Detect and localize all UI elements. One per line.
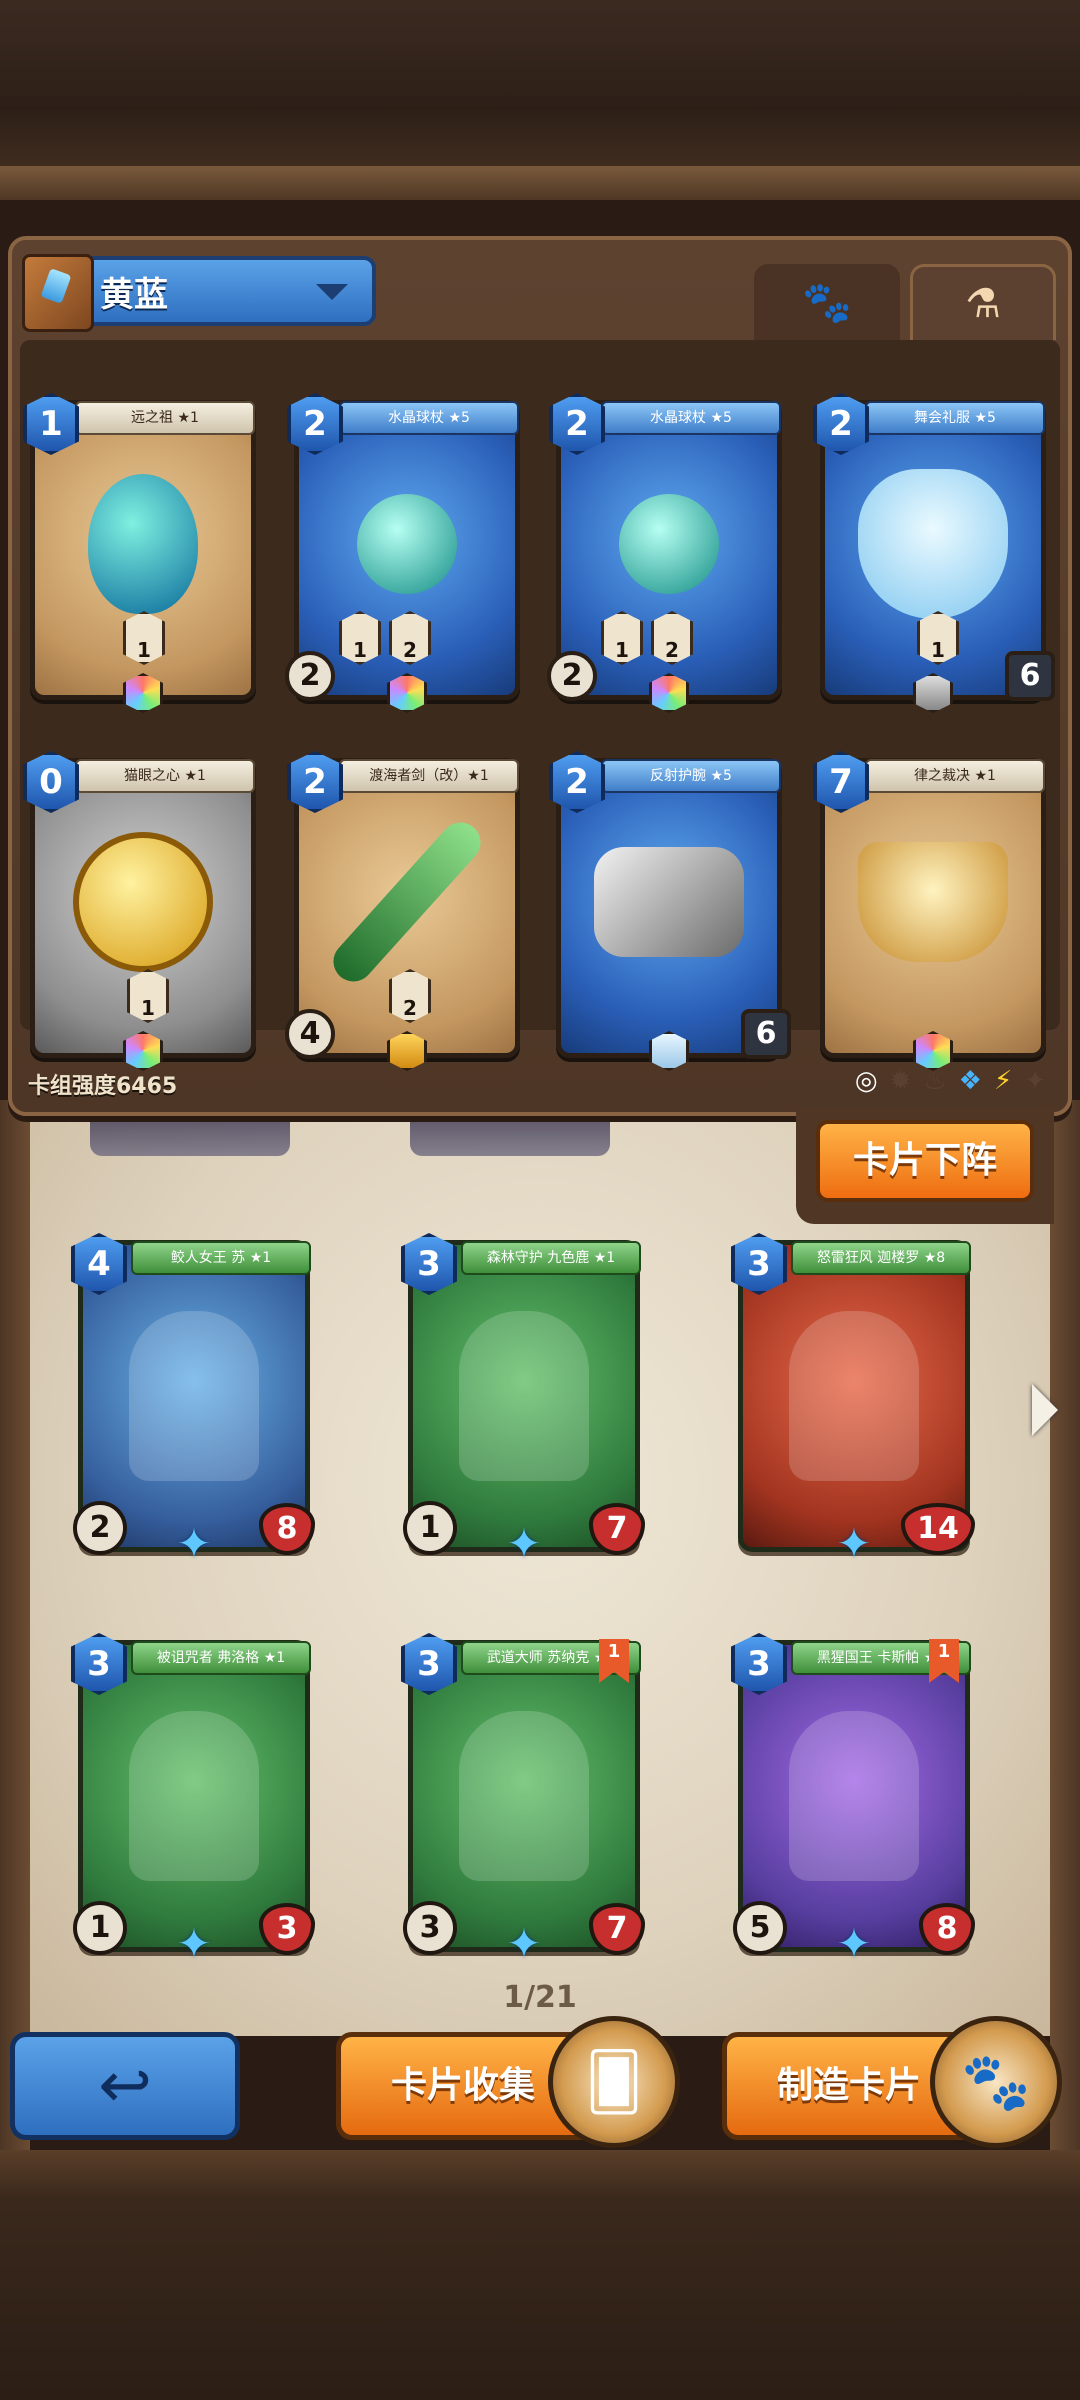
rarity-star-icon: ✦ <box>836 1919 872 1968</box>
card-art <box>325 814 489 990</box>
filter-neutral-icon[interactable]: ✹ <box>890 1066 912 1096</box>
next-page-arrow-icon[interactable] <box>1032 1384 1058 1436</box>
filter-lightning-icon[interactable]: ⚡ <box>994 1066 1012 1096</box>
card-name: 反射护腕 ★5 <box>601 759 781 793</box>
card-stat-badge: 2 <box>651 611 693 665</box>
deck-strength: 卡组强度6465 <box>28 1074 178 1099</box>
filter-fire-icon[interactable]: ♨ <box>923 1066 946 1096</box>
bottom-wood-frame <box>0 2150 1080 2400</box>
paw-jar-icon[interactable]: 🐾 <box>930 2016 1062 2148</box>
copy-count-flag: 1 <box>929 1639 959 1683</box>
card-attack: 4 <box>285 1009 335 1059</box>
card-art <box>858 469 1008 620</box>
deck-card[interactable]: 远之祖 ★1 1 1 <box>23 393 256 713</box>
card-book-icon[interactable]: 🂠 <box>548 2016 680 2148</box>
card-art <box>88 474 198 615</box>
back-button[interactable]: ↩ <box>10 2032 240 2140</box>
card-art <box>129 1311 259 1481</box>
tab-items[interactable]: ⚗ <box>910 264 1056 340</box>
remove-card-button[interactable]: 卡片下阵 <box>816 1120 1034 1202</box>
deck-card[interactable]: 渡海者剑（改）★1 2 2 4 <box>285 751 520 1071</box>
deck-card[interactable]: 猫眼之心 ★1 0 1 <box>23 751 256 1071</box>
card-name: 猫眼之心 ★1 <box>75 759 255 793</box>
card-stat-badge: 1 <box>601 611 643 665</box>
deck-card[interactable]: 舞会礼服 ★5 2 1 6 <box>813 393 1055 713</box>
card-name: 被诅咒者 弗洛格 ★1 <box>131 1641 311 1675</box>
card-name: 森林守护 九色鹿 ★1 <box>461 1241 641 1275</box>
rarity-star-icon: ✦ <box>506 1919 542 1968</box>
paw-icon: 🐾 <box>802 279 852 326</box>
card-art <box>459 1311 589 1481</box>
card-health: 14 <box>901 1503 975 1555</box>
chevron-down-icon <box>316 284 348 300</box>
copy-count-flag: 1 <box>599 1639 629 1683</box>
card-stat-badge: 1 <box>123 611 165 665</box>
tab-minions[interactable]: 🐾 <box>754 264 900 340</box>
card-stat-badge: 2 <box>389 969 431 1023</box>
card-art <box>594 847 744 958</box>
collection-card[interactable]: 怒雷狂风 迦楼罗 ★8 3 14 ✦ <box>731 1233 975 1565</box>
right-wood-frame <box>1050 1100 1080 2150</box>
card-attack: 2 <box>73 1501 127 1555</box>
card-art <box>73 832 213 973</box>
potion-icon: ⚗ <box>965 280 1001 327</box>
card-attack: 3 <box>403 1901 457 1955</box>
collection-card[interactable]: 武道大师 苏纳克 ★8 3 1 3 7 ✦ <box>401 1633 645 1965</box>
card-name: 鲛人女王 苏 ★1 <box>131 1241 311 1275</box>
collection-card[interactable]: 黑猩国王 卡斯帕 ★8 3 1 5 8 ✦ <box>731 1633 975 1965</box>
rarity-star-icon: ✦ <box>836 1519 872 1568</box>
card-art <box>789 1711 919 1881</box>
card-name: 远之祖 ★1 <box>75 401 255 435</box>
page-indicator: 1/21 <box>503 1980 577 2015</box>
card-name: 怒雷狂风 迦楼罗 ★8 <box>791 1241 971 1275</box>
rarity-star-icon: ✦ <box>176 1519 212 1568</box>
filter-water-icon[interactable]: ❖ <box>959 1066 982 1096</box>
card-durability: 2 <box>547 651 597 701</box>
card-art <box>357 494 457 595</box>
collection-card[interactable]: 鲛人女王 苏 ★1 4 2 8 ✦ <box>71 1233 315 1565</box>
rarity-star-icon: ✦ <box>506 1519 542 1568</box>
card-attack: 1 <box>403 1501 457 1555</box>
card-art <box>459 1711 589 1881</box>
partial-card-row <box>90 1116 290 1156</box>
card-stat-badge: 1 <box>127 969 169 1023</box>
card-stat-badge: 2 <box>389 611 431 665</box>
card-art <box>789 1311 919 1481</box>
card-name: 舞会礼服 ★5 <box>865 401 1045 435</box>
card-art <box>129 1711 259 1881</box>
filter-all-icon[interactable]: ◎ <box>855 1066 878 1096</box>
card-name: 水晶球杖 ★5 <box>339 401 519 435</box>
top-wood-frame <box>0 0 1080 200</box>
filter-bar: ◎ ✹ ♨ ❖ ⚡ ✦ <box>855 1066 1046 1096</box>
card-stat-badge: 1 <box>917 611 959 665</box>
card-art <box>858 842 1008 963</box>
card-armor: 6 <box>741 1009 791 1059</box>
card-name: 渡海者剑（改）★1 <box>339 759 519 793</box>
deck-name: 黄蓝 <box>100 274 168 315</box>
card-armor: 6 <box>1005 651 1055 701</box>
card-art <box>619 494 719 595</box>
partial-card-row <box>410 1116 610 1156</box>
card-attack: 1 <box>73 1901 127 1955</box>
deck-card[interactable]: 水晶球杖 ★5 2 1 2 2 <box>285 393 520 713</box>
deck-card[interactable]: 律之裁决 ★1 7 <box>813 751 1046 1071</box>
deck-card[interactable]: 水晶球杖 ★5 2 1 2 2 <box>547 393 782 713</box>
card-durability: 2 <box>285 651 335 701</box>
card-name: 水晶球杖 ★5 <box>601 401 781 435</box>
back-arrow-icon: ↩ <box>98 2049 152 2123</box>
deck-book-icon <box>22 254 94 332</box>
deck-card[interactable]: 反射护腕 ★5 2 6 <box>549 751 791 1071</box>
card-stat-badge: 1 <box>339 611 381 665</box>
rarity-star-icon: ✦ <box>176 1919 212 1968</box>
filter-dark-icon[interactable]: ✦ <box>1024 1066 1046 1096</box>
collection-card[interactable]: 森林守护 九色鹿 ★1 3 1 7 ✦ <box>401 1233 645 1565</box>
card-name: 律之裁决 ★1 <box>865 759 1045 793</box>
left-wood-frame <box>0 1100 30 2150</box>
card-attack: 5 <box>733 1901 787 1955</box>
deck-selector[interactable]: 黄蓝 <box>22 254 376 332</box>
collection-card[interactable]: 被诅咒者 弗洛格 ★1 3 1 3 ✦ <box>71 1633 315 1965</box>
